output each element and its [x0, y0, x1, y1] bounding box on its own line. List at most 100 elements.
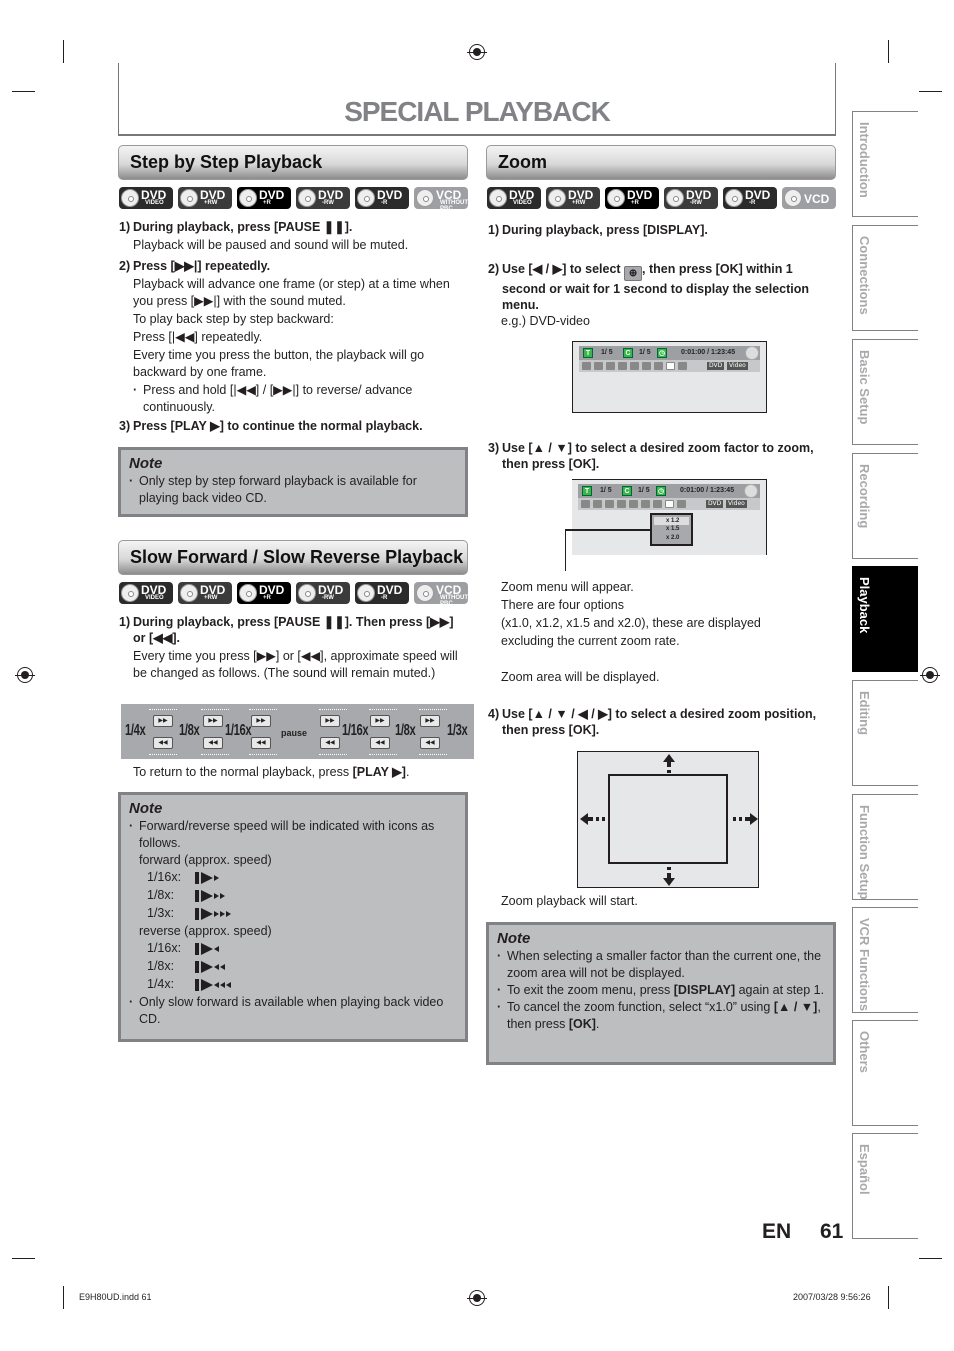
zoom-option[interactable]: x 1.2	[654, 517, 689, 525]
disc-type-icons: DVD VIDEO DVD +RW DVD +R DVD -RW DVD -R VCD WITHOUT…	[119, 187, 468, 212]
osd-menu-icon	[654, 362, 663, 370]
slow-forward-icon	[195, 890, 225, 902]
speed-label-pause: pause	[281, 728, 308, 738]
osd-tag: Video	[726, 500, 747, 508]
side-tab-others[interactable]: Others	[852, 1020, 918, 1126]
speed-icon-row: 1/3x:	[129, 905, 457, 923]
disc-type-badge: DVD +R	[605, 187, 659, 209]
note-title: Note	[497, 930, 531, 947]
speed-icon-row: 1/8x:	[129, 887, 457, 905]
side-tab-introduction[interactable]: Introduction	[852, 111, 918, 217]
step-4-desc: Zoom playback will start.	[501, 894, 638, 908]
disc-icon	[357, 584, 375, 602]
side-tab-editing[interactable]: Editing	[852, 680, 918, 786]
desc-line: To play back step by step backward:	[133, 312, 334, 326]
osd-tag: DVD	[707, 362, 725, 370]
side-tab-basic-setup[interactable]: Basic Setup	[852, 339, 918, 445]
disc-type-badge: DVD +R	[237, 582, 291, 604]
speed-label: 1/3x:	[147, 906, 175, 920]
osd-screen-zoom-menu: T 1/ 5 C 1/ 5 ◷ 0:01:00 / 1:23:45 DVD Vi…	[572, 479, 767, 555]
zoom-option[interactable]: x 2.0	[654, 534, 689, 543]
disc-type-badge: DVD +RW	[178, 187, 232, 209]
disc-sublabel: +RW	[204, 595, 218, 601]
osd-menu-icon	[642, 362, 651, 370]
speed-icon-row: 1/16x:	[129, 869, 457, 887]
speed-label: 1/8x	[179, 722, 200, 739]
rewind-button-icon: ◀◀	[251, 737, 271, 749]
slow-forward-icon	[195, 872, 219, 884]
disc-type-badge: DVD VIDEO	[119, 187, 173, 209]
registration-mark-icon	[920, 667, 940, 683]
key-label: [▲ / ▼]	[773, 1000, 818, 1014]
crop-mark	[63, 40, 64, 63]
step-text: Press [PLAY ▶] to continue the normal pl…	[133, 419, 423, 433]
key-label: [DISPLAY]	[673, 983, 736, 997]
osd-status-bar: T 1/ 5 C 1/ 5 ◷ 0:01:00 / 1:23:45	[578, 484, 760, 498]
osd-menu-icon	[678, 362, 687, 370]
osd-status-bar: T 1/ 5 C 1/ 5 ◷ 0:01:00 / 1:23:45	[579, 346, 760, 360]
disc-sublabel: WITHOUT PBC	[440, 595, 468, 607]
rewind-button-icon: ◀◀	[370, 737, 390, 749]
disc-type-badge: DVD -RW	[296, 582, 350, 604]
slow-reverse-icon	[195, 943, 219, 955]
side-tab-recording[interactable]: Recording	[852, 453, 918, 559]
side-tab-label: Introduction	[857, 122, 872, 198]
side-tab-label: VCR Functions	[857, 918, 872, 1012]
step-3: 3) Use [▲ / ▼] to select a desired zoom …	[488, 440, 834, 472]
rewind-button-icon: ◀◀	[153, 737, 173, 749]
step-1: 1) During playback, press [PAUSE ❚❚].	[119, 219, 469, 235]
step-text: Press [▶▶|] repeatedly.	[133, 259, 271, 273]
section-heading-step-by-step: Step by Step Playback	[118, 145, 468, 180]
step-1: 1) During playback, press [DISPLAY].	[488, 222, 833, 238]
side-tab-vcr-functions[interactable]: VCR Functions	[852, 907, 918, 1013]
osd-tag: Video	[727, 362, 748, 370]
disc-icon	[239, 189, 257, 207]
step-text: Use [◀ / ▶] to select	[502, 262, 625, 276]
side-tab-espa-ol[interactable]: Español	[852, 1133, 918, 1239]
fast-forward-button-icon: ▶▶	[203, 715, 223, 727]
speed-label: 1/16x:	[147, 870, 182, 884]
side-tab-label: Basic Setup	[857, 350, 872, 425]
zoom-option[interactable]: x 1.5	[654, 525, 689, 534]
note-box-step: Note Only step by step forward playback …	[118, 447, 468, 517]
step-number: 3)	[488, 441, 500, 455]
key-label: [OK]	[568, 1017, 596, 1031]
osd-menu-icon	[582, 362, 591, 370]
fast-forward-button-icon: ▶▶	[420, 715, 440, 727]
osd-menu-icon	[594, 362, 603, 370]
side-tab-function-setup[interactable]: Function Setup	[852, 794, 918, 900]
fast-forward-button-icon: ▶▶	[370, 715, 390, 727]
side-tab-label: Recording	[857, 464, 872, 529]
arrow-dotted	[249, 709, 277, 710]
osd-menu-icon	[593, 500, 602, 508]
disc-icon	[416, 189, 434, 207]
crop-mark	[919, 1258, 942, 1259]
arrow-dotted	[369, 709, 397, 710]
side-tab-label: Editing	[857, 691, 872, 736]
note-title: Note	[129, 800, 163, 817]
disc-icon	[725, 189, 743, 207]
step-number: 1)	[119, 615, 131, 629]
osd-menu-icon	[641, 500, 650, 508]
side-tab-connections[interactable]: Connections	[852, 225, 918, 331]
registration-mark-icon	[467, 1290, 487, 1306]
crop-mark	[888, 40, 889, 63]
arrow-dotted	[419, 754, 447, 755]
osd-icon-bar: DVD Video	[578, 498, 760, 510]
zoom-icon	[665, 500, 674, 508]
disc-label: VCD	[804, 192, 830, 206]
arrow-dotted	[149, 709, 177, 710]
speed-label: 1/8x:	[147, 959, 175, 973]
zoom-select-icon: ⊕	[624, 266, 643, 281]
zoom-icon	[666, 362, 675, 370]
disc-icon	[666, 189, 684, 207]
side-tab-playback[interactable]: Playback	[852, 566, 918, 672]
desc-line: Zoom area will be displayed.	[501, 670, 660, 684]
slow-reverse-icon	[195, 979, 231, 991]
desc-line: (x1.0, x1.2, x1.5 and x2.0), these are d…	[501, 616, 761, 630]
speed-label: 1/3x	[447, 722, 468, 739]
arrow-dotted	[201, 709, 229, 710]
osd-menu-icon	[605, 500, 614, 508]
step-text: During playback, press [PAUSE ❚❚]. Then …	[133, 615, 454, 645]
disc-sublabel: VIDEO	[145, 595, 164, 601]
